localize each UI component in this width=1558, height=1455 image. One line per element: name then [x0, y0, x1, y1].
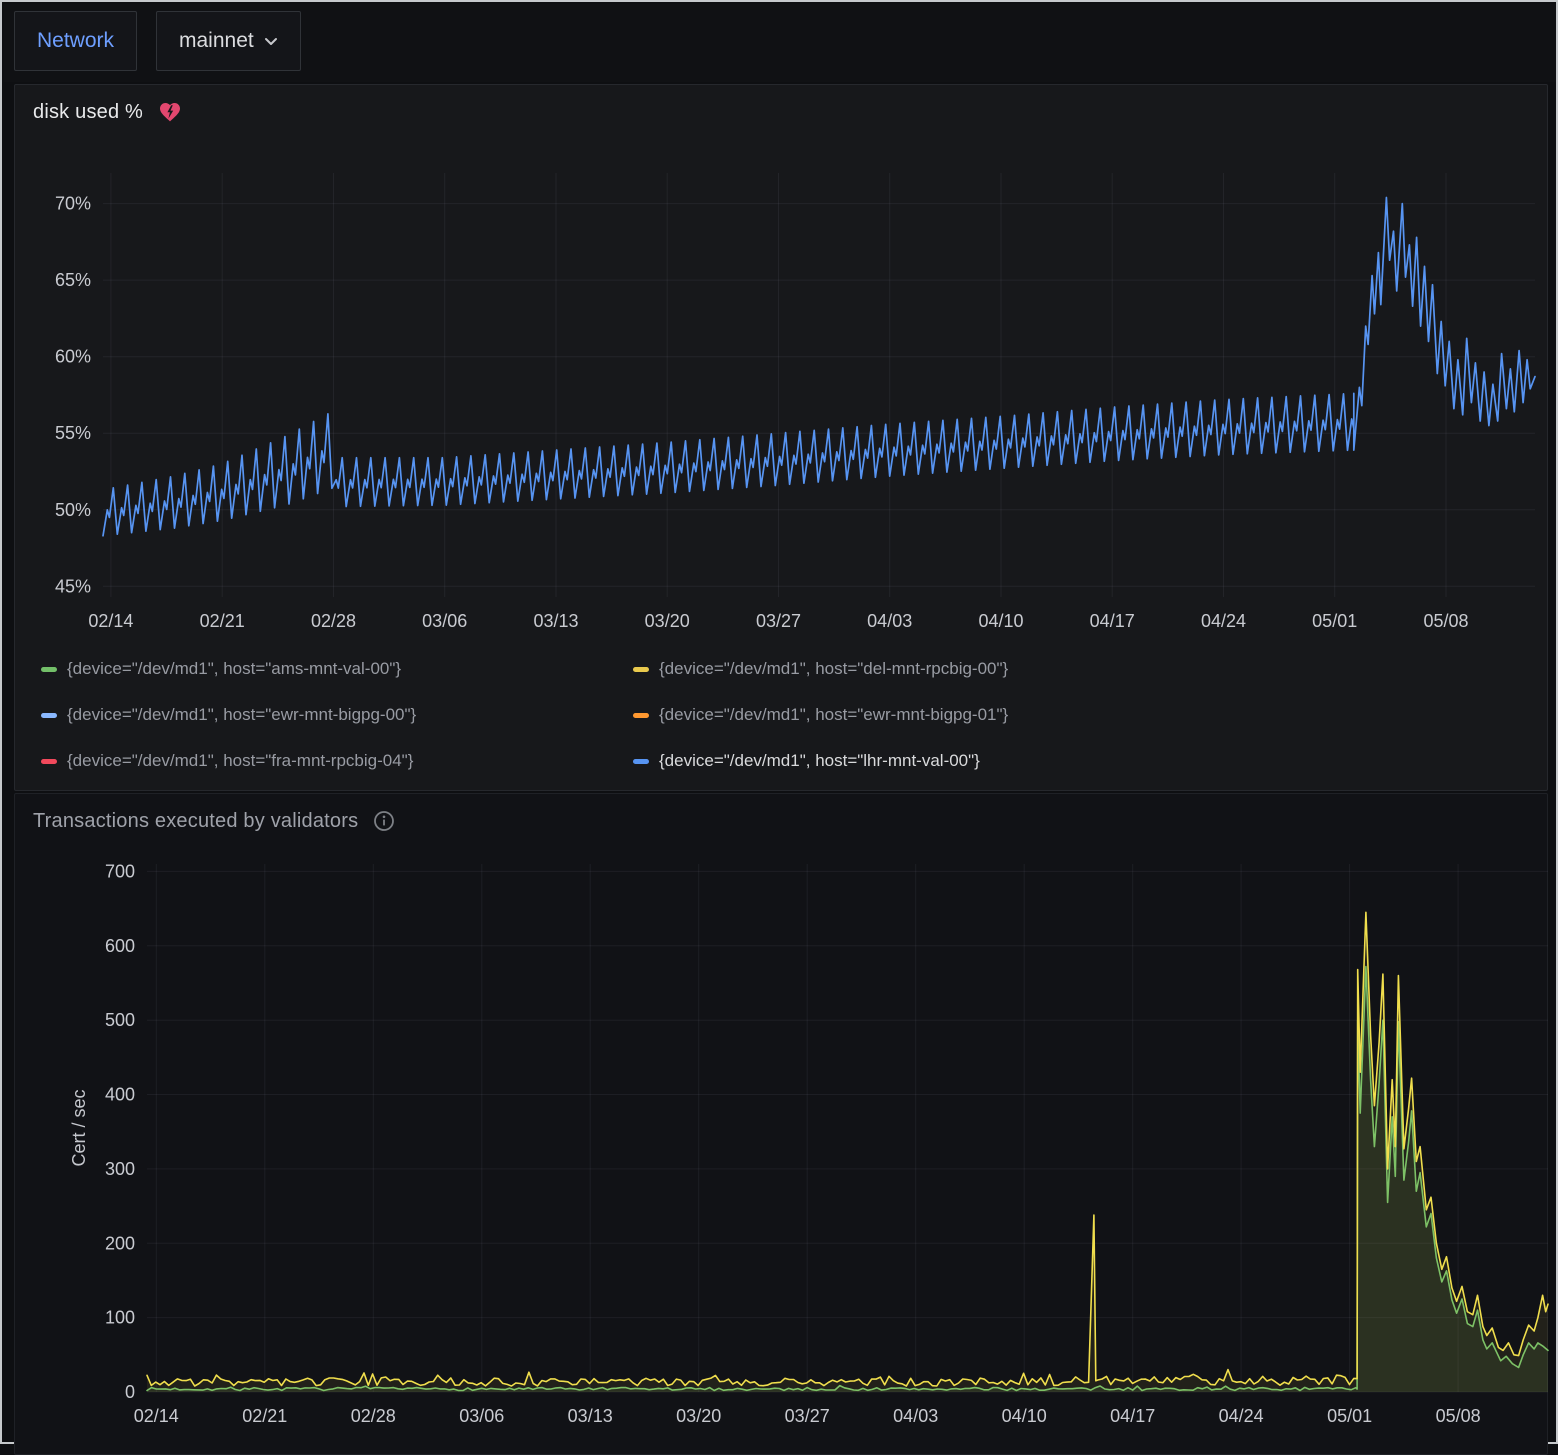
svg-text:03/27: 03/27 — [756, 611, 801, 631]
svg-text:0: 0 — [125, 1382, 135, 1402]
legend-item[interactable]: {device="/dev/md1", host="fra-mnt-rpcbig… — [41, 749, 633, 773]
variable-value: mainnet — [179, 29, 254, 53]
network-variable-dropdown[interactable]: mainnet — [156, 11, 301, 71]
svg-text:02/21: 02/21 — [242, 1406, 287, 1426]
panel-disk-header: disk used % — [15, 85, 1547, 132]
svg-text:02/28: 02/28 — [311, 611, 356, 631]
svg-text:04/03: 04/03 — [893, 1406, 938, 1426]
legend-series-label: {device="/dev/md1", host="lhr-mnt-val-00… — [659, 751, 980, 771]
svg-text:02/21: 02/21 — [200, 611, 245, 631]
legend-series-swatch — [41, 713, 57, 718]
svg-text:05/08: 05/08 — [1436, 1406, 1481, 1426]
svg-text:04/24: 04/24 — [1219, 1406, 1264, 1426]
legend-series-label: {device="/dev/md1", host="fra-mnt-rpcbig… — [67, 751, 413, 771]
svg-text:03/13: 03/13 — [568, 1406, 613, 1426]
svg-text:500: 500 — [105, 1010, 135, 1030]
legend-series-swatch — [41, 667, 57, 672]
panel-tx-header: Transactions executed by validators — [15, 794, 1547, 841]
svg-text:02/14: 02/14 — [134, 1406, 179, 1426]
legend-series-label: {device="/dev/md1", host="ams-mnt-val-00… — [67, 659, 401, 679]
svg-text:03/27: 03/27 — [785, 1406, 830, 1426]
svg-text:300: 300 — [105, 1159, 135, 1179]
svg-text:45%: 45% — [55, 576, 91, 596]
svg-text:700: 700 — [105, 861, 135, 881]
chevron-down-icon — [264, 36, 278, 46]
svg-text:04/17: 04/17 — [1090, 611, 1135, 631]
panel-title-disk-used[interactable]: disk used % — [33, 101, 143, 124]
svg-text:200: 200 — [105, 1233, 135, 1253]
legend-item[interactable]: {device="/dev/md1", host="ewr-mnt-bigpg-… — [41, 703, 633, 727]
svg-text:03/20: 03/20 — [676, 1406, 721, 1426]
svg-text:05/01: 05/01 — [1312, 611, 1357, 631]
legend-series-swatch — [633, 713, 649, 718]
legend-item[interactable]: {device="/dev/md1", host="del-mnt-rpcbig… — [633, 657, 1008, 681]
legend-series-swatch — [633, 759, 649, 764]
panel-disk-used: disk used % 45% 50% 55% 60% 65% 70% 02/14 02/21… — [14, 84, 1548, 791]
svg-text:04/10: 04/10 — [978, 611, 1023, 631]
legend-series-swatch — [633, 667, 649, 672]
svg-text:600: 600 — [105, 936, 135, 956]
svg-text:04/03: 04/03 — [867, 611, 912, 631]
legend-series-label: {device="/dev/md1", host="ewr-mnt-bigpg-… — [659, 705, 1008, 725]
variable-label: Network — [37, 29, 114, 53]
svg-text:100: 100 — [105, 1308, 135, 1328]
svg-text:03/13: 03/13 — [533, 611, 578, 631]
svg-text:02/28: 02/28 — [351, 1406, 396, 1426]
panel-title-transactions[interactable]: Transactions executed by validators — [33, 810, 358, 833]
svg-text:04/24: 04/24 — [1201, 611, 1246, 631]
disk-used-chart[interactable]: 45% 50% 55% 60% 65% 70% 02/14 02/21 02/28 03/06 03… — [15, 145, 1547, 645]
svg-text:04/17: 04/17 — [1110, 1406, 1155, 1426]
legend-item[interactable]: {device="/dev/md1", host="lhr-mnt-val-00… — [633, 749, 1008, 773]
dashboard-toolbar: Network mainnet — [4, 4, 1556, 82]
svg-text:50%: 50% — [55, 500, 91, 520]
svg-text:03/06: 03/06 — [422, 611, 467, 631]
legend-series-swatch — [41, 759, 57, 764]
svg-text:03/20: 03/20 — [645, 611, 690, 631]
svg-text:Cert / sec: Cert / sec — [69, 1089, 89, 1166]
svg-text:02/14: 02/14 — [88, 611, 133, 631]
chart-legend: {device="/dev/md1", host="ams-mnt-val-00… — [41, 657, 1008, 773]
svg-text:04/10: 04/10 — [1002, 1406, 1047, 1426]
heart-break-alert-icon — [157, 100, 183, 124]
transactions-chart[interactable]: 0 100 200 300 400 500 600 700 02/14 02/21 02/28 03/… — [65, 852, 1549, 1442]
svg-text:60%: 60% — [55, 347, 91, 367]
legend-series-label: {device="/dev/md1", host="ewr-mnt-bigpg-… — [67, 705, 416, 725]
svg-text:55%: 55% — [55, 423, 91, 443]
svg-text:400: 400 — [105, 1085, 135, 1105]
svg-text:05/01: 05/01 — [1327, 1406, 1372, 1426]
svg-text:05/08: 05/08 — [1423, 611, 1468, 631]
legend-item[interactable]: {device="/dev/md1", host="ewr-mnt-bigpg-… — [633, 703, 1008, 727]
svg-text:70%: 70% — [55, 194, 91, 214]
info-circle-icon[interactable] — [372, 809, 396, 833]
svg-text:65%: 65% — [55, 270, 91, 290]
svg-text:03/06: 03/06 — [459, 1406, 504, 1426]
variable-label-chip: Network — [14, 11, 137, 71]
panel-transactions: Transactions executed by validators 0 100… — [14, 793, 1548, 1455]
legend-series-label: {device="/dev/md1", host="del-mnt-rpcbig… — [659, 659, 1008, 679]
legend-item[interactable]: {device="/dev/md1", host="ams-mnt-val-00… — [41, 657, 633, 681]
